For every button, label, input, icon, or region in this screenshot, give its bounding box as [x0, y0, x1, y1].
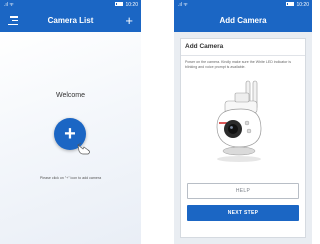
battery-icon — [286, 1, 295, 6]
add-camera-button[interactable]: + — [125, 13, 133, 29]
add-camera-hint: Please click on "+" icon to add camera — [39, 176, 102, 180]
app-bar: Add Camera — [174, 10, 312, 32]
status-time: 10:20 — [296, 2, 309, 8]
signal-indicator: .ıl ᯤ — [178, 2, 188, 8]
page-title: Camera List — [47, 16, 94, 25]
card-title: Add Camera — [185, 43, 224, 50]
status-time: 10:20 — [125, 2, 138, 8]
add-camera-card: Add Camera Power on the camera. Kindly m… — [180, 38, 306, 238]
camera-list-body: Welcome + Please click on "+" icon to ad… — [0, 32, 141, 244]
help-button[interactable]: HELP — [187, 183, 299, 199]
status-bar: .ıl ᯤ 10:20 — [0, 0, 141, 10]
divider — [181, 55, 305, 56]
status-bar: .ıl ᯤ 10:20 — [174, 0, 312, 10]
add-camera-screen: .ıl ᯤ 10:20 Add Camera Add Camera Power … — [174, 0, 312, 244]
instruction-text: Power on the camera. Kindly make sure th… — [185, 60, 292, 69]
page-title: Add Camera — [219, 16, 267, 25]
signal-indicator: .ıl ᯤ — [4, 2, 14, 8]
app-bar: Camera List + — [0, 10, 141, 32]
ptz-camera-illustration — [216, 80, 262, 162]
welcome-text: Welcome — [55, 92, 86, 99]
pointing-hand-icon — [77, 142, 90, 155]
battery-icon — [115, 1, 124, 6]
next-step-button[interactable]: NEXT STEP — [187, 205, 299, 221]
add-camera-body: Add Camera Power on the camera. Kindly m… — [174, 32, 312, 244]
camera-list-screen: .ıl ᯤ 10:20 Camera List + Welcome + Plea… — [0, 0, 141, 244]
